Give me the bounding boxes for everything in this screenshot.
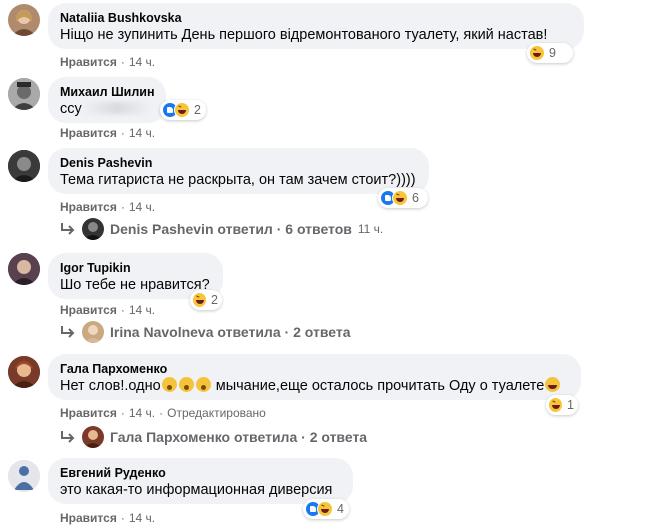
reply-avatar bbox=[82, 426, 104, 448]
comment-author[interactable]: Denis Pashevin bbox=[60, 155, 417, 171]
comment-text-end: мычание,еще осталось прочитать Оду о туа… bbox=[211, 378, 545, 394]
avatar-photo-icon bbox=[84, 222, 102, 240]
reaction-count: 2 bbox=[194, 103, 201, 117]
reply-avatar bbox=[82, 321, 104, 343]
comment-bubble: Nataliia Bushkovska Ніщо не зупинить Ден… bbox=[48, 3, 584, 49]
haha-reaction-icon bbox=[192, 292, 208, 308]
default-avatar-icon bbox=[8, 460, 40, 492]
reaction-count: 1 bbox=[567, 398, 574, 412]
avatar[interactable] bbox=[8, 4, 40, 36]
like-link[interactable]: Нравится bbox=[60, 406, 117, 420]
avatar-photo-icon bbox=[8, 150, 40, 182]
comment-actions: Нравится · 14 ч. bbox=[60, 303, 156, 317]
like-link[interactable]: Нравится bbox=[60, 55, 117, 69]
comment-author[interactable]: Nataliia Bushkovska bbox=[60, 10, 572, 26]
comment-bubble: Denis Pashevin Тема гитариста не раскрыт… bbox=[48, 148, 429, 194]
reaction-summary[interactable]: 6 bbox=[378, 188, 428, 208]
edited-label[interactable]: Отредактировано bbox=[167, 406, 266, 420]
comment-bubble: Евгений Руденко это какая-то информацион… bbox=[48, 458, 353, 504]
reply-verb: ответил bbox=[217, 221, 273, 237]
comment-text: ссу bbox=[60, 100, 154, 119]
astonished-emoji-icon bbox=[161, 377, 177, 392]
reply-count: 2 ответа bbox=[309, 429, 368, 445]
avatar-photo-icon bbox=[8, 78, 40, 110]
comment-author[interactable]: Igor Tupikin bbox=[60, 260, 211, 276]
reaction-summary[interactable]: 9 bbox=[527, 43, 573, 63]
replies-link[interactable]: Denis Pashevin ответил · 6 ответов 11 ч. bbox=[60, 218, 383, 240]
reaction-count: 4 bbox=[337, 502, 344, 516]
comment-text: Нет слов!.одно мычание,еще осталось проч… bbox=[60, 377, 569, 396]
comment-author[interactable]: Михаил Шилин bbox=[60, 84, 155, 100]
avatar-photo-icon bbox=[8, 356, 40, 388]
reply-arrow-icon bbox=[61, 223, 75, 235]
reply-author: Гала Пархоменко bbox=[110, 429, 231, 445]
comment-text: Шо тебе не нравится? bbox=[60, 277, 210, 293]
comment-author[interactable]: Гала Пархоменко bbox=[60, 361, 569, 377]
comment-text-start: Нет слов!.одно bbox=[60, 378, 161, 394]
comment-actions: Нравится · 14 ч. bbox=[60, 126, 156, 140]
like-link[interactable]: Нравится bbox=[60, 511, 117, 525]
reply-count: 6 ответов bbox=[285, 221, 352, 237]
reply-verb: ответила bbox=[217, 324, 281, 340]
comment-time[interactable]: 14 ч. bbox=[129, 303, 155, 317]
replies-link[interactable]: Irina Navolneva ответила · 2 ответа bbox=[60, 321, 350, 343]
avatar-photo-icon bbox=[12, 10, 36, 36]
haha-reaction-icon bbox=[174, 102, 190, 118]
haha-reaction-icon bbox=[317, 501, 333, 517]
comment-bubble: Гала Пархоменко Нет слов!.одно мычание,е… bbox=[48, 354, 581, 400]
reaction-summary[interactable]: 4 bbox=[303, 499, 349, 519]
replies-link[interactable]: Гала Пархоменко ответила · 2 ответа bbox=[60, 426, 367, 448]
reply-author: Denis Pashevin bbox=[110, 221, 214, 237]
reply-time: 11 ч. bbox=[357, 222, 384, 236]
comment-time[interactable]: 14 ч. bbox=[129, 55, 155, 69]
reply-arrow-icon bbox=[61, 326, 75, 338]
grin-emoji-icon bbox=[545, 377, 561, 392]
avatar[interactable] bbox=[8, 460, 40, 492]
comment-actions: Нравится · 14 ч. bbox=[60, 511, 156, 525]
haha-reaction-icon bbox=[548, 397, 564, 413]
comment-text: Тема гитариста не раскрыта, он там зачем… bbox=[60, 172, 416, 188]
comment-time[interactable]: 14 ч. bbox=[129, 200, 155, 214]
reaction-summary[interactable]: 1 bbox=[546, 395, 578, 415]
comment-text: это какая-то информационная диверсия bbox=[60, 482, 333, 498]
reply-count: 2 ответа bbox=[293, 324, 351, 340]
like-link[interactable]: Нравится bbox=[60, 126, 117, 140]
comment-time[interactable]: 14 ч. bbox=[129, 126, 155, 140]
like-link[interactable]: Нравится bbox=[60, 303, 117, 317]
comment-text: Ніщо не зупинить День першого відремонто… bbox=[60, 27, 548, 43]
blurred-text bbox=[81, 102, 152, 114]
comment-time[interactable]: 14 ч. bbox=[129, 406, 155, 420]
reaction-count: 9 bbox=[549, 46, 556, 60]
reaction-count: 6 bbox=[412, 191, 419, 205]
avatar-photo-icon bbox=[84, 430, 102, 448]
reaction-summary[interactable]: 2 bbox=[190, 290, 222, 310]
avatar[interactable] bbox=[8, 150, 40, 182]
avatar-photo-icon bbox=[84, 325, 102, 343]
avatar[interactable] bbox=[8, 78, 40, 110]
comment-actions: Нравится · 14 ч. · Отредактировано bbox=[60, 406, 266, 420]
reply-verb: ответила bbox=[234, 429, 298, 445]
avatar[interactable] bbox=[8, 356, 40, 388]
avatar-photo-icon bbox=[8, 253, 40, 285]
reply-avatar bbox=[82, 218, 104, 240]
comment-actions: Нравится · 14 ч. bbox=[60, 55, 156, 69]
reaction-count: 2 bbox=[211, 293, 218, 307]
comment-time[interactable]: 14 ч. bbox=[129, 511, 155, 525]
reply-arrow-icon bbox=[61, 431, 75, 443]
astonished-emoji-icon bbox=[178, 377, 194, 392]
comment-bubble: Михаил Шилин ссу bbox=[48, 77, 166, 123]
haha-reaction-icon bbox=[392, 190, 408, 206]
like-link[interactable]: Нравится bbox=[60, 200, 117, 214]
astonished-emoji-icon bbox=[195, 377, 211, 392]
comment-text-visible: ссу bbox=[60, 101, 82, 117]
comment-author[interactable]: Евгений Руденко bbox=[60, 465, 341, 481]
reaction-summary[interactable]: 2 bbox=[160, 100, 206, 120]
comment-actions: Нравится · 14 ч. bbox=[60, 200, 156, 214]
haha-reaction-icon bbox=[529, 45, 545, 61]
reply-author: Irina Navolneva bbox=[110, 324, 214, 340]
avatar[interactable] bbox=[8, 253, 40, 285]
